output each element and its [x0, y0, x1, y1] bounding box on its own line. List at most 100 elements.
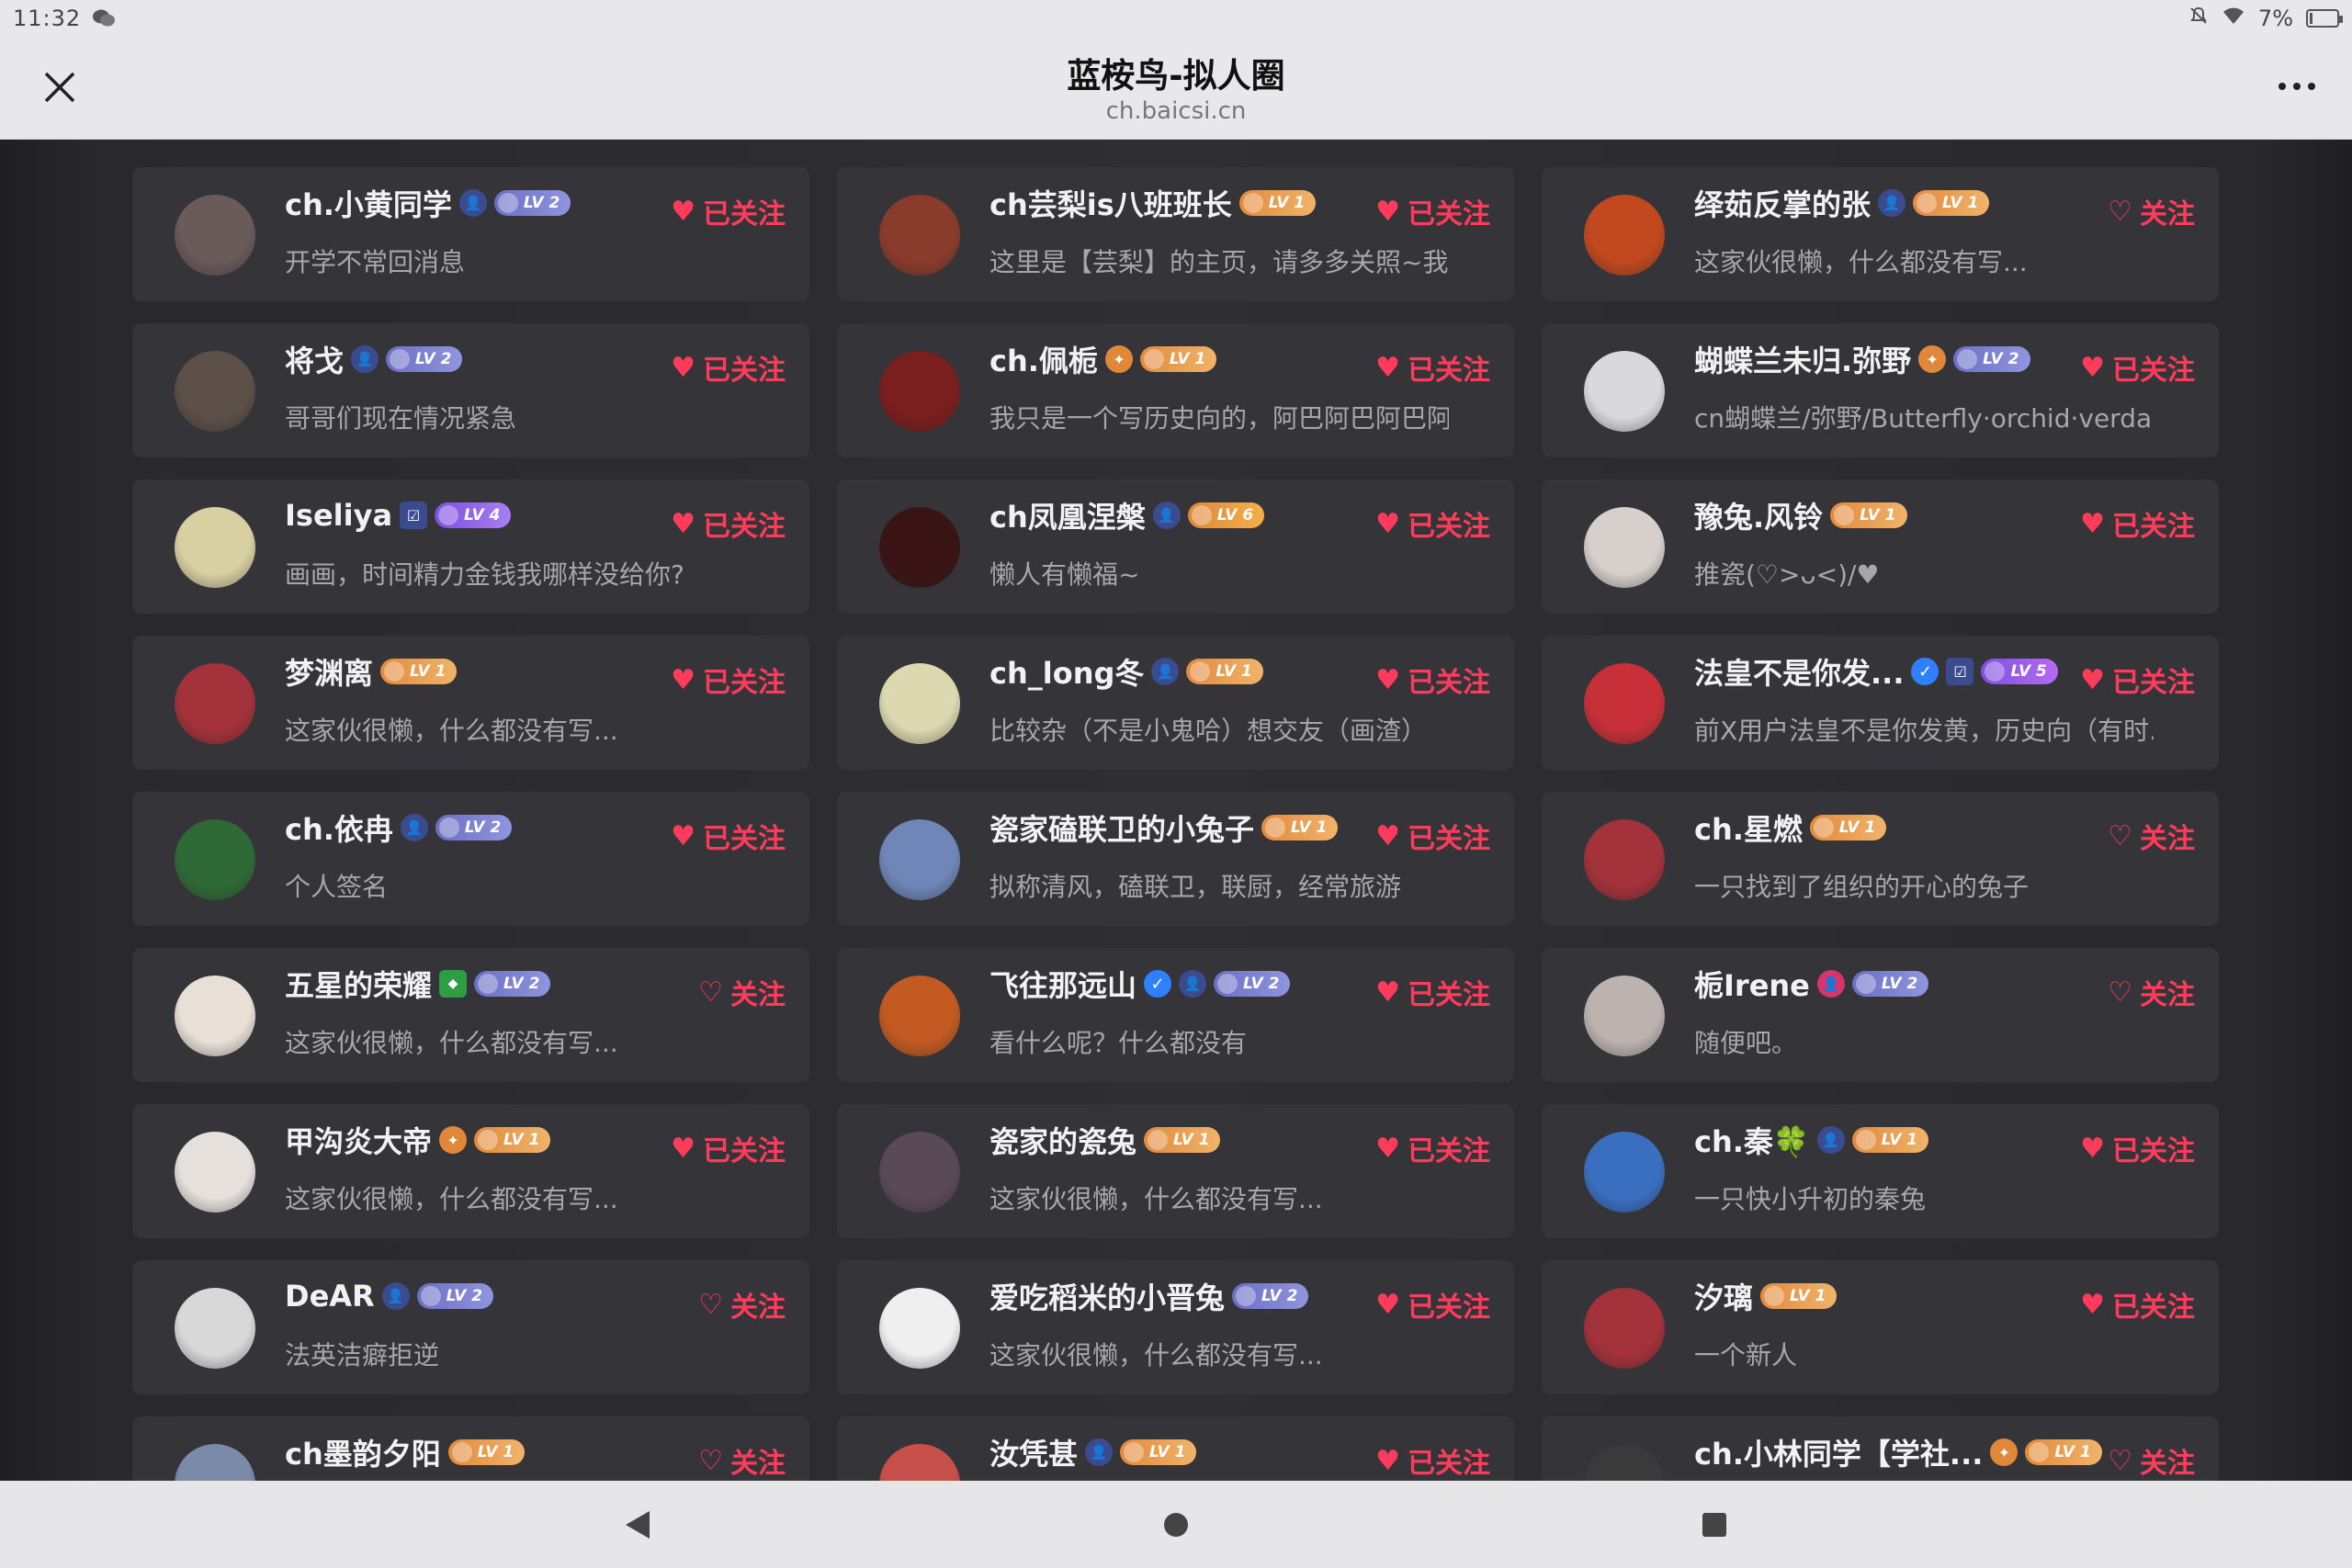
user-name[interactable]: 将戈	[285, 338, 344, 380]
follow-button[interactable]: ♥ 已关注	[1375, 660, 1490, 700]
follow-button[interactable]: ♥ 已关注	[1375, 816, 1490, 856]
follow-button[interactable]: ♥ 已关注	[671, 1128, 786, 1168]
user-card[interactable]: ch.星燃 LV 1 一只找到了组织的开心的兔子 ♡ 关注	[1542, 792, 2219, 926]
user-name[interactable]: 瓷家磕联卫的小兔子	[989, 807, 1254, 849]
follow-list[interactable]: ch.小黄同学LV 2开学不常回消息♥已关注ch芸梨is八班班长LV 1这里是【…	[0, 140, 2352, 1481]
user-name[interactable]: 瓷家的瓷兔	[989, 1119, 1136, 1161]
user-name[interactable]: ch芸梨is八班班长	[989, 182, 1232, 224]
user-name[interactable]: ch.小林同学【学社...	[1694, 1431, 1983, 1473]
avatar[interactable]	[1584, 507, 1665, 588]
user-card[interactable]: 栀Irene LV 2 随便吧。 ♡关注	[1542, 948, 2219, 1082]
user-card[interactable]: 爱吃稻米的小晋兔 LV 2 这家伙很懒，什么都没有写... ♥ 已关注	[837, 1260, 1514, 1394]
user-card[interactable]: ch_long冬 LV 1 比较杂（不是小鬼哈）想交友（画渣） ♥已关注	[837, 636, 1514, 770]
user-name[interactable]: ch墨韵夕阳	[285, 1431, 441, 1473]
follow-button[interactable]: ♥ 已关注	[2080, 347, 2195, 388]
avatar[interactable]	[1584, 1132, 1665, 1213]
avatar[interactable]	[879, 1444, 960, 1481]
recents-nav-button[interactable]	[1702, 1512, 1726, 1537]
user-card[interactable]: ch.小林同学【学社... LV 1 ♡关注	[1542, 1416, 2219, 1481]
user-name[interactable]: ch_long冬	[989, 650, 1144, 693]
follow-button[interactable]: ♥ 已关注	[2080, 1284, 2195, 1325]
avatar[interactable]	[879, 819, 960, 900]
follow-button[interactable]: ♥ 已关注	[2080, 660, 2195, 700]
avatar[interactable]	[1584, 819, 1665, 900]
user-card[interactable]: Iseliya LV 4 画画，时间精力金钱我哪样没给你? ♥已关注	[132, 479, 809, 614]
follow-button[interactable]: ♡ 关注	[2108, 1440, 2195, 1481]
follow-button[interactable]: ♥ 已关注	[1375, 1440, 1490, 1481]
follow-button[interactable]: ♥ 已关注	[671, 503, 786, 544]
user-card[interactable]: 将戈 LV 2 哥哥们现在情况紧急 ♥已关注	[132, 323, 809, 457]
follow-button[interactable]: ♥ 已关注	[671, 347, 786, 388]
user-card[interactable]: 汐璃 LV 1 一个新人 ♥ 已关注	[1542, 1260, 2219, 1394]
follow-button[interactable]: ♡ 关注	[2108, 972, 2195, 1012]
user-card[interactable]: 瓷家磕联卫的小兔子 LV 1 拟称清风，磕联卫，联厨，经常旅游 ♥ 已关注	[837, 792, 1514, 926]
user-card[interactable]: ch.依冉 LV 2 个人签名 ♥已关注	[132, 792, 809, 926]
user-card[interactable]: ch芸梨is八班班长 LV 1 这里是【芸梨】的主页，请多多关照~我... ♥ 已关注	[837, 167, 1514, 301]
back-nav-button[interactable]	[626, 1510, 650, 1539]
user-name[interactable]: 豫兔.风铃	[1694, 494, 1823, 536]
user-name[interactable]: 梦渊离	[285, 650, 373, 693]
follow-button[interactable]: ♥ 已关注	[1375, 347, 1490, 388]
user-card[interactable]: ch.秦🍀 LV 1 一只快小升初的秦兔 ♥已关注	[1542, 1104, 2219, 1238]
avatar[interactable]	[1584, 351, 1665, 432]
follow-button[interactable]: ♥ 已关注	[1375, 191, 1490, 231]
user-name[interactable]: 爱吃稻米的小晋兔	[989, 1275, 1225, 1317]
follow-button[interactable]: ♡ 关注	[2108, 816, 2195, 856]
user-name[interactable]: 汝凭甚	[989, 1431, 1078, 1473]
avatar[interactable]	[879, 351, 960, 432]
user-name[interactable]: ch凤凰涅槃	[989, 494, 1146, 536]
user-name[interactable]: DeAR	[285, 1279, 375, 1314]
user-name[interactable]: ch.小黄同学	[285, 182, 452, 224]
avatar[interactable]	[879, 195, 960, 276]
user-card[interactable]: 蝴蝶兰未归.弥野 LV 2 cn蝴蝶兰/弥野/Butterfly·orchid·ve…	[1542, 323, 2219, 457]
more-menu-button[interactable]	[2278, 83, 2315, 90]
user-card[interactable]: DeAR LV 2 法英洁癖拒逆 ♡关注	[132, 1260, 809, 1394]
follow-button[interactable]: ♥ 已关注	[671, 816, 786, 856]
avatar[interactable]	[1584, 1288, 1665, 1369]
avatar[interactable]	[879, 1288, 960, 1369]
avatar[interactable]	[175, 1288, 255, 1369]
avatar[interactable]	[1584, 663, 1665, 744]
user-name[interactable]: 栀Irene	[1694, 963, 1810, 1005]
follow-button[interactable]: ♥ 已关注	[1375, 972, 1490, 1012]
home-nav-button[interactable]	[1164, 1512, 1188, 1537]
user-card[interactable]: 法皇不是你发... LV 5 前X用户法皇不是你发黄，历史向（有时... ♥已关注	[1542, 636, 2219, 770]
avatar[interactable]	[175, 195, 255, 276]
user-card[interactable]: 绎茹反掌的张 LV 1 这家伙很懒，什么都没有写... ♡关注	[1542, 167, 2219, 301]
user-card[interactable]: ch.小黄同学 LV 2 开学不常回消息 ♥已关注	[132, 167, 809, 301]
avatar[interactable]	[1584, 976, 1665, 1056]
follow-button[interactable]: ♥ 已关注	[1375, 503, 1490, 544]
user-card[interactable]: 豫兔.风铃 LV 1 推瓷(♡>ᴗ<)/♥ ♥ 已关注	[1542, 479, 2219, 614]
avatar[interactable]	[1584, 195, 1665, 276]
user-name[interactable]: 汐璃	[1694, 1275, 1753, 1317]
follow-button[interactable]: ♥ 已关注	[671, 660, 786, 700]
user-name[interactable]: ch.星燃	[1694, 807, 1803, 849]
avatar[interactable]	[175, 976, 255, 1056]
avatar[interactable]	[1584, 1444, 1665, 1481]
user-name[interactable]: 蝴蝶兰未归.弥野	[1694, 338, 1911, 380]
follow-button[interactable]: ♡ 关注	[2108, 191, 2195, 231]
user-name[interactable]: ch.佩栀	[989, 338, 1098, 380]
avatar[interactable]	[175, 663, 255, 744]
user-card[interactable]: 甲沟炎大帝 LV 1 这家伙很懒，什么都没有写... ♥已关注	[132, 1104, 809, 1238]
avatar[interactable]	[175, 819, 255, 900]
user-name[interactable]: ch.依冉	[285, 807, 393, 849]
follow-button[interactable]: ♥ 已关注	[1375, 1128, 1490, 1168]
user-name[interactable]: 绎茹反掌的张	[1694, 182, 1871, 224]
follow-button[interactable]: ♥ 已关注	[2080, 1128, 2195, 1168]
user-name[interactable]: 五星的荣耀	[285, 963, 432, 1005]
user-name[interactable]: 飞往那远山	[989, 963, 1136, 1005]
user-name[interactable]: Iseliya	[285, 498, 392, 533]
avatar[interactable]	[879, 507, 960, 588]
avatar[interactable]	[175, 1444, 255, 1481]
avatar[interactable]	[879, 663, 960, 744]
follow-button[interactable]: ♡ 关注	[698, 1284, 786, 1325]
follow-button[interactable]: ♡ 关注	[698, 1440, 786, 1481]
user-card[interactable]: 梦渊离 LV 1 这家伙很懒，什么都没有写... ♥ 已关注	[132, 636, 809, 770]
avatar[interactable]	[879, 1132, 960, 1213]
avatar[interactable]	[879, 976, 960, 1056]
user-card[interactable]: ch凤凰涅槃 LV 6 懒人有懒福~ ♥已关注	[837, 479, 1514, 614]
user-card[interactable]: ch.佩栀 LV 1 我只是一个写历史向的，阿巴阿巴阿巴阿... ♥已关注	[837, 323, 1514, 457]
user-card[interactable]: ch墨韵夕阳 LV 1 ♡ 关注	[132, 1416, 809, 1481]
follow-button[interactable]: ♥ 已关注	[671, 191, 786, 231]
